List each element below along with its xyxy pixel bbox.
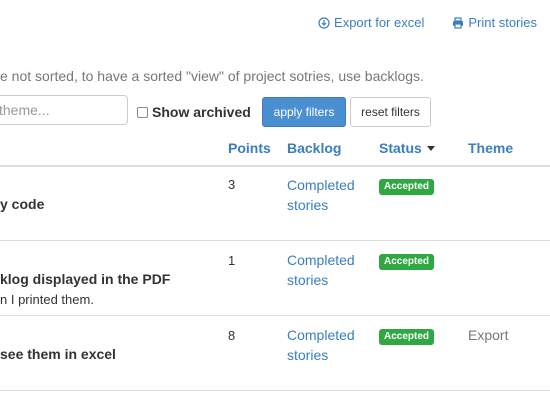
story-backlog-link[interactable]: Completed stories [287, 325, 355, 365]
show-archived-toggle[interactable]: Show archived [137, 104, 251, 120]
story-title[interactable]: see them in excel [0, 346, 116, 362]
story-points: 3 [228, 177, 236, 192]
story-title[interactable]: y code [0, 196, 44, 212]
column-header-backlog[interactable]: Backlog [287, 140, 341, 156]
column-header-status-label: Status [379, 140, 422, 156]
table-row: y code 3 Completed stories Accepted [0, 167, 550, 241]
column-header-status[interactable]: Status [379, 140, 435, 156]
export-excel-label: Export for excel [334, 15, 425, 30]
column-header-theme[interactable]: Theme [468, 140, 513, 156]
table-header: Points Backlog Status Theme [0, 137, 550, 167]
story-description: n I printed them. [0, 292, 94, 307]
export-excel-link[interactable]: Export for excel [318, 15, 424, 30]
backlog-line-2[interactable]: stories [287, 347, 328, 363]
download-circle-icon [318, 16, 330, 29]
backlog-line-1[interactable]: Completed [287, 327, 355, 343]
table-row: see them in excel 8 Completed stories Ac… [0, 316, 550, 391]
print-icon [453, 16, 464, 29]
status-badge: Accepted [379, 179, 435, 195]
show-archived-checkbox[interactable] [137, 106, 148, 118]
story-backlog-link[interactable]: Completed stories [287, 175, 355, 215]
reset-filters-button[interactable]: reset filters [350, 97, 431, 127]
toolbar: Export for excel Print stories [318, 15, 537, 30]
story-points: 1 [228, 253, 236, 268]
print-stories-link[interactable]: Print stories [452, 15, 537, 30]
backlog-line-2[interactable]: stories [287, 197, 328, 213]
show-archived-label: Show archived [152, 104, 251, 120]
story-backlog-link[interactable]: Completed stories [287, 250, 355, 290]
backlog-line-2[interactable]: stories [287, 272, 328, 288]
sort-caret-icon [426, 145, 435, 151]
story-points: 8 [228, 328, 236, 343]
theme-filter-input[interactable] [0, 95, 128, 125]
backlog-line-1[interactable]: Completed [287, 252, 355, 268]
status-badge: Accepted [379, 329, 435, 345]
backlog-line-1[interactable]: Completed [287, 177, 355, 193]
story-theme[interactable]: Export [468, 327, 508, 343]
print-stories-label: Print stories [468, 15, 537, 30]
table-row: klog displayed in the PDF n I printed th… [0, 241, 550, 316]
apply-filters-button[interactable]: apply filters [262, 97, 346, 127]
status-badge: Accepted [379, 254, 435, 270]
sorting-note: e not sorted, to have a sorted "view" of… [0, 68, 424, 84]
column-header-points[interactable]: Points [228, 140, 271, 156]
story-title[interactable]: klog displayed in the PDF [0, 271, 170, 287]
